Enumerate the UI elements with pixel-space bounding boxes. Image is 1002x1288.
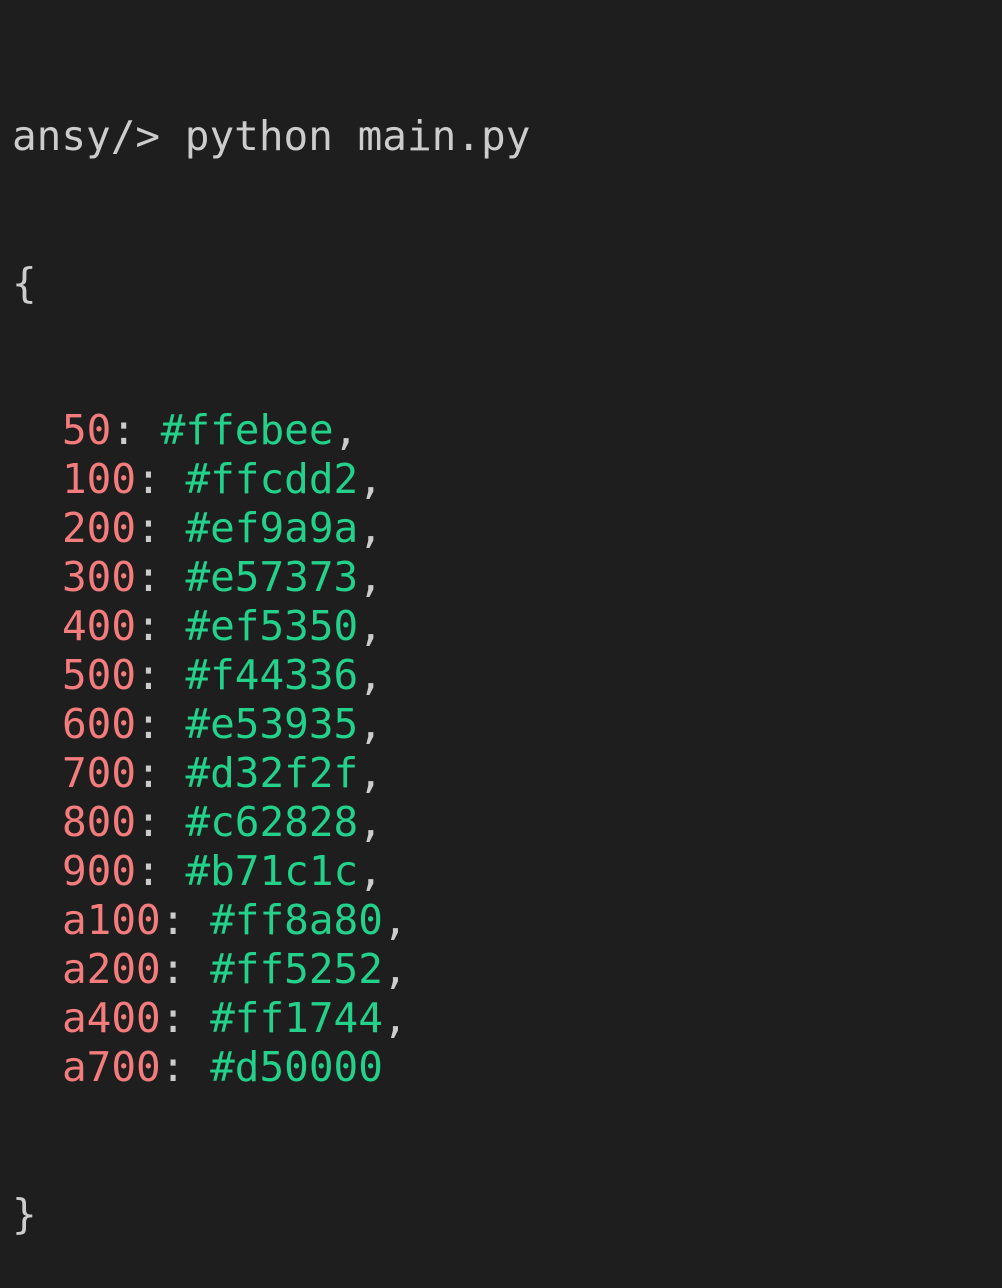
entry-trailing-punctuation: , xyxy=(358,455,383,503)
entry-trailing-punctuation: , xyxy=(382,994,408,1042)
entry-key: 50 xyxy=(62,406,112,454)
prompt: ansy/> xyxy=(12,112,161,160)
entry-value: #ff1744 xyxy=(210,994,383,1042)
entry-trailing-punctuation: , xyxy=(358,553,383,601)
entry-key: 700 xyxy=(62,749,137,797)
entry-value: #ffebee xyxy=(160,406,334,454)
entry-separator: : xyxy=(136,504,186,552)
entry-key: 300 xyxy=(62,553,137,601)
entry-key: a200 xyxy=(62,945,161,993)
entry-trailing-punctuation: , xyxy=(358,798,383,846)
entry-value: #c62828 xyxy=(185,798,359,846)
entry-separator: : xyxy=(136,455,186,503)
entry-separator: : xyxy=(160,945,211,993)
entry-key: 800 xyxy=(62,798,137,846)
entry-trailing-punctuation: , xyxy=(358,700,383,748)
output-line: a400: #ff1744, xyxy=(12,994,1002,1043)
entry-key: 400 xyxy=(62,602,137,650)
entry-separator: : xyxy=(160,896,211,944)
output-line: 900: #b71c1c, xyxy=(12,847,1002,896)
entry-separator: : xyxy=(136,700,186,748)
entry-trailing-punctuation: , xyxy=(382,896,408,944)
entry-separator: : xyxy=(136,847,186,895)
entry-value: #d50000 xyxy=(210,1043,383,1091)
entry-key: 200 xyxy=(62,504,137,552)
output-line: 800: #c62828, xyxy=(12,798,1002,847)
entry-separator: : xyxy=(136,798,186,846)
entry-trailing-punctuation: , xyxy=(358,602,383,650)
entry-separator: : xyxy=(136,749,186,797)
entry-value: #ff8a80 xyxy=(210,896,383,944)
entry-key: a700 xyxy=(62,1043,161,1091)
output-line: 50: #ffebee, xyxy=(12,406,1002,455)
entry-value: #d32f2f xyxy=(185,749,359,797)
entry-key: 900 xyxy=(62,847,137,895)
entry-value: #e53935 xyxy=(185,700,359,748)
entry-value: #f44336 xyxy=(185,651,359,699)
output-line: 400: #ef5350, xyxy=(12,602,1002,651)
output-line: 100: #ffcdd2, xyxy=(12,455,1002,504)
entry-value: #b71c1c xyxy=(185,847,359,895)
entry-key: a100 xyxy=(62,896,161,944)
output-line: a200: #ff5252, xyxy=(12,945,1002,994)
output-line: a700: #d50000 xyxy=(12,1043,1002,1092)
entry-separator: : xyxy=(136,553,186,601)
entry-separator: : xyxy=(136,651,186,699)
entry-trailing-punctuation: , xyxy=(358,504,383,552)
output-line: 700: #d32f2f, xyxy=(12,749,1002,798)
output-line: 200: #ef9a9a, xyxy=(12,504,1002,553)
output-line: 500: #f44336, xyxy=(12,651,1002,700)
output-line: 600: #e53935, xyxy=(12,700,1002,749)
entry-value: #ef9a9a xyxy=(185,504,359,552)
entry-separator: : xyxy=(160,994,211,1042)
entry-key: 100 xyxy=(62,455,137,503)
entry-trailing-punctuation: , xyxy=(358,651,383,699)
entry-value: #e57373 xyxy=(185,553,359,601)
entry-value: #ff5252 xyxy=(210,945,383,993)
entry-trailing-punctuation: , xyxy=(382,945,408,993)
entry-trailing-punctuation: , xyxy=(358,847,383,895)
entry-trailing-punctuation: , xyxy=(358,749,383,797)
open-brace-text: { xyxy=(12,259,37,307)
entry-separator: : xyxy=(160,1043,211,1091)
terminal-window[interactable]: ansy/> python main.py { 50: #ffebee, 100:… xyxy=(0,0,1002,1238)
close-brace-text: } xyxy=(12,1190,37,1238)
close-brace: } xyxy=(12,1190,1002,1239)
entry-key: a400 xyxy=(62,994,161,1042)
entry-key: 500 xyxy=(62,651,137,699)
entry-separator: : xyxy=(136,602,186,650)
entry-separator: : xyxy=(111,406,161,454)
output-entries: 50: #ffebee, 100: #ffcdd2, 200: #ef9a9a, 30… xyxy=(12,406,1002,1092)
output-line: a100: #ff8a80, xyxy=(12,896,1002,945)
open-brace: { xyxy=(12,259,1002,308)
entry-value: #ffcdd2 xyxy=(185,455,359,503)
command-text: python main.py xyxy=(184,112,531,160)
output-line: 300: #e57373, xyxy=(12,553,1002,602)
entry-key: 600 xyxy=(62,700,137,748)
command-line: ansy/> python main.py xyxy=(12,112,1002,161)
entry-trailing-punctuation: , xyxy=(333,406,359,454)
entry-value: #ef5350 xyxy=(185,602,359,650)
